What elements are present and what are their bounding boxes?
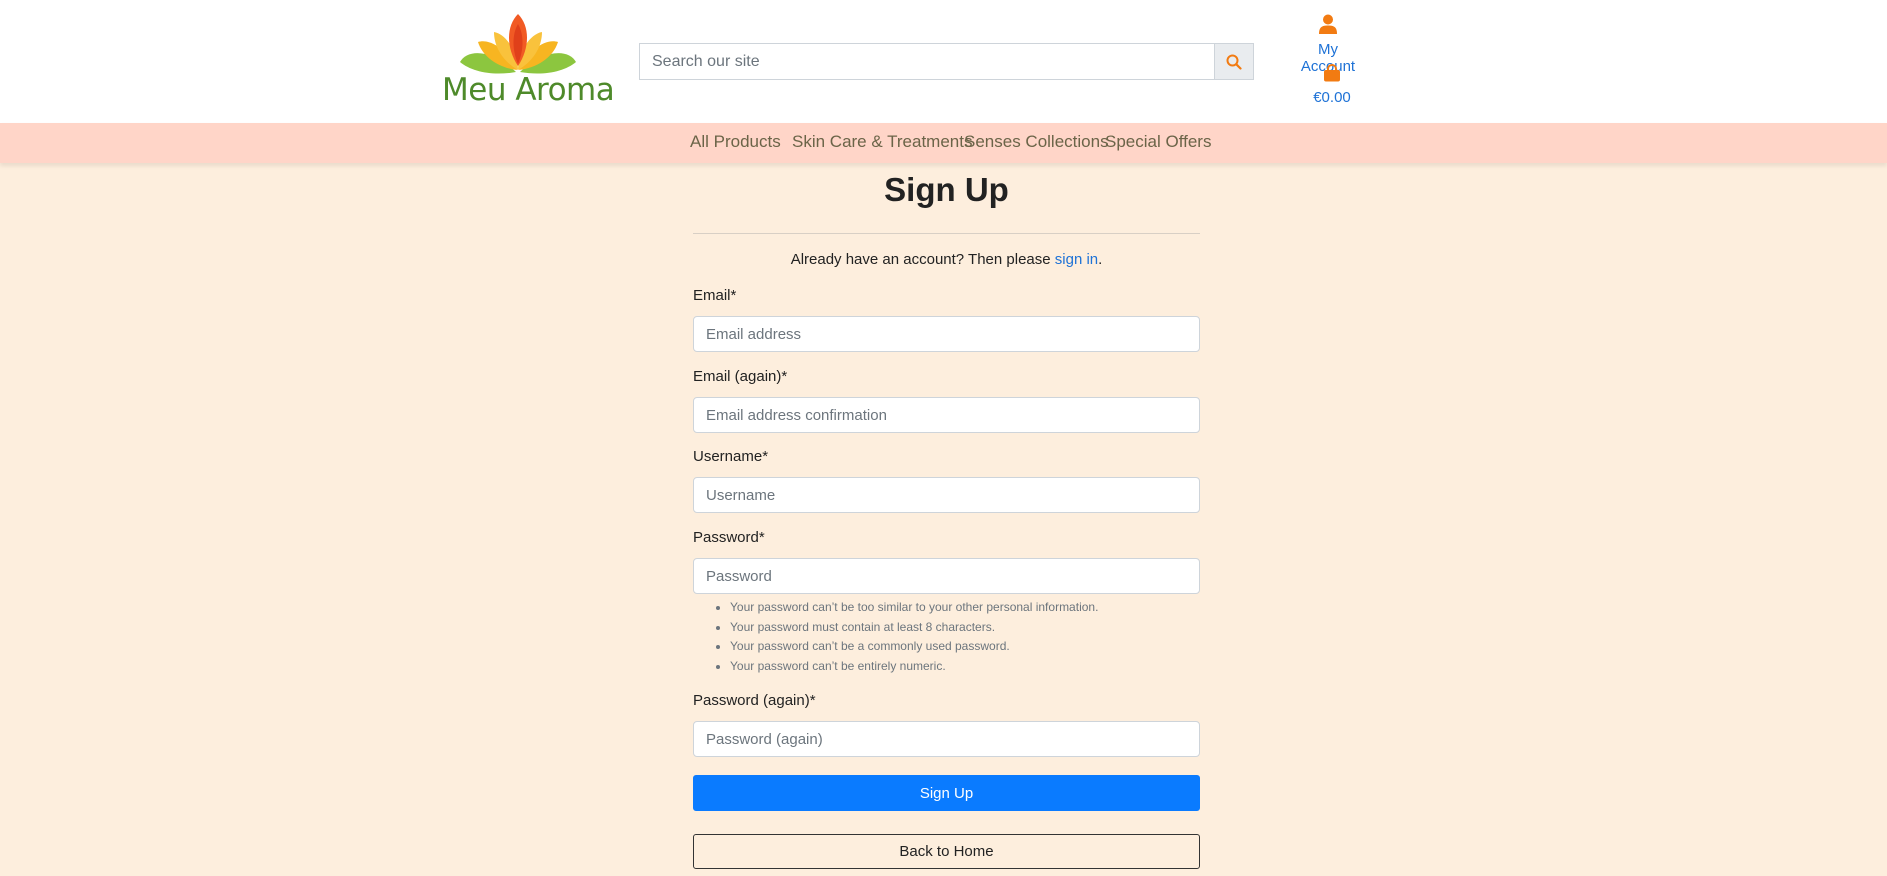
username-field[interactable] [693, 477, 1200, 513]
main-nav: All Products Skin Care & Treatments Sens… [0, 123, 1887, 163]
email-label: Email* [693, 287, 737, 304]
password-field[interactable] [693, 558, 1200, 594]
nav-skin-care-treatments[interactable]: Skin Care & Treatments [792, 132, 972, 152]
password-label: Password* [693, 529, 765, 546]
brand-name: Meu Aroma [442, 72, 615, 108]
site-header: Meu Aroma My Account €0.00 [0, 0, 1887, 123]
search-button[interactable] [1214, 43, 1254, 80]
password-again-field[interactable] [693, 721, 1200, 757]
cart-link[interactable]: €0.00 [1300, 63, 1364, 106]
search-icon [1226, 54, 1242, 70]
nav-senses-collections[interactable]: Senses Collections [964, 132, 1109, 152]
password-help-item: Your password can’t be too similar to yo… [730, 598, 1098, 618]
page-title: Sign Up [884, 171, 1009, 208]
password-again-label: Password (again)* [693, 692, 816, 709]
nav-all-products[interactable]: All Products [690, 132, 781, 152]
signin-link[interactable]: sign in [1055, 251, 1098, 268]
signin-prompt-text: Already have an account? Then please [790, 251, 1055, 268]
nav-special-offers[interactable]: Special Offers [1105, 132, 1211, 152]
brand-logo[interactable]: Meu Aroma [438, 10, 615, 112]
search-bar [639, 43, 1254, 80]
password-help-item: Your password can’t be entirely numeric. [730, 657, 1098, 677]
password-help-list: Your password can’t be too similar to yo… [730, 598, 1098, 676]
back-to-home-button[interactable]: Back to Home [693, 834, 1200, 869]
email-field[interactable] [693, 316, 1200, 352]
password-help-item: Your password must contain at least 8 ch… [730, 618, 1098, 638]
lotus-logo-icon [460, 14, 576, 74]
signin-prompt-period: . [1098, 251, 1103, 268]
signup-button[interactable]: Sign Up [693, 775, 1200, 811]
shopping-bag-icon [1324, 63, 1340, 82]
title-divider [693, 233, 1200, 234]
cart-total: €0.00 [1313, 89, 1351, 106]
password-help-item: Your password can’t be a commonly used p… [730, 637, 1098, 657]
username-label: Username* [693, 448, 769, 465]
search-input[interactable] [639, 43, 1214, 80]
email-again-field[interactable] [693, 397, 1200, 433]
user-icon [1319, 14, 1337, 34]
signin-prompt: Already have an account? Then please sig… [693, 251, 1200, 268]
email-again-label: Email (again)* [693, 368, 788, 385]
